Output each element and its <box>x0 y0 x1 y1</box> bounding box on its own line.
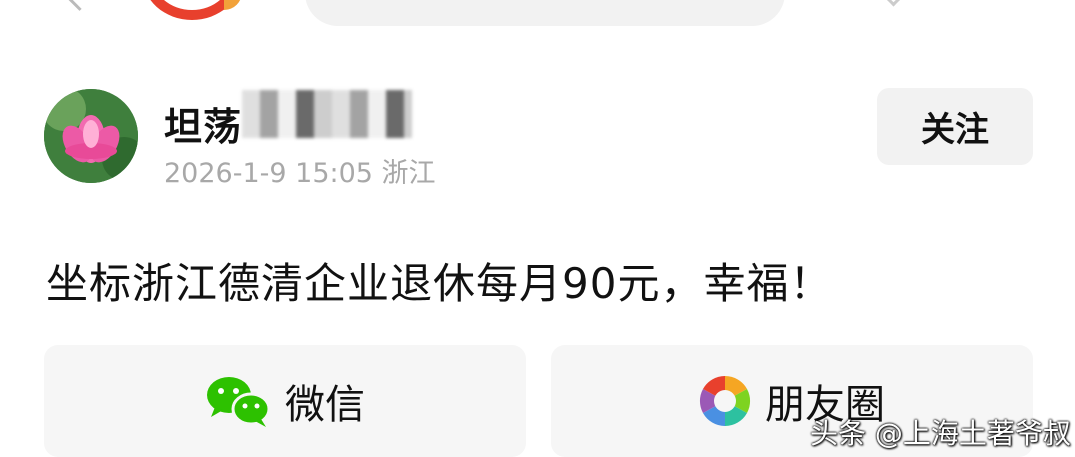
top-logo-icon <box>142 0 242 20</box>
back-icon[interactable] <box>66 0 93 11</box>
follow-button[interactable]: 关注 <box>877 88 1033 165</box>
share-wechat-button[interactable]: 微信 <box>44 345 526 457</box>
wechat-icon <box>207 377 271 427</box>
username-mosaic <box>242 90 412 138</box>
post-location: 浙江 <box>381 158 436 189</box>
lotus-avatar-icon <box>44 89 138 183</box>
post-date: 2026-1-9 15:05 <box>164 158 373 189</box>
username[interactable]: 坦荡 <box>164 96 242 151</box>
search-bar[interactable] <box>305 0 785 26</box>
share-wechat-label: 微信 <box>285 382 365 428</box>
post-text: 坐标浙江德清企业退休每月90元，幸福！ <box>46 259 833 308</box>
watermark: 头条 @上海土著爷叔 <box>810 417 1071 450</box>
avatar[interactable] <box>44 89 138 183</box>
post-meta: 2026-1-9 15:05 浙江 <box>164 151 436 190</box>
moments-shutter-icon <box>699 375 751 427</box>
more-icon[interactable] <box>881 0 906 7</box>
